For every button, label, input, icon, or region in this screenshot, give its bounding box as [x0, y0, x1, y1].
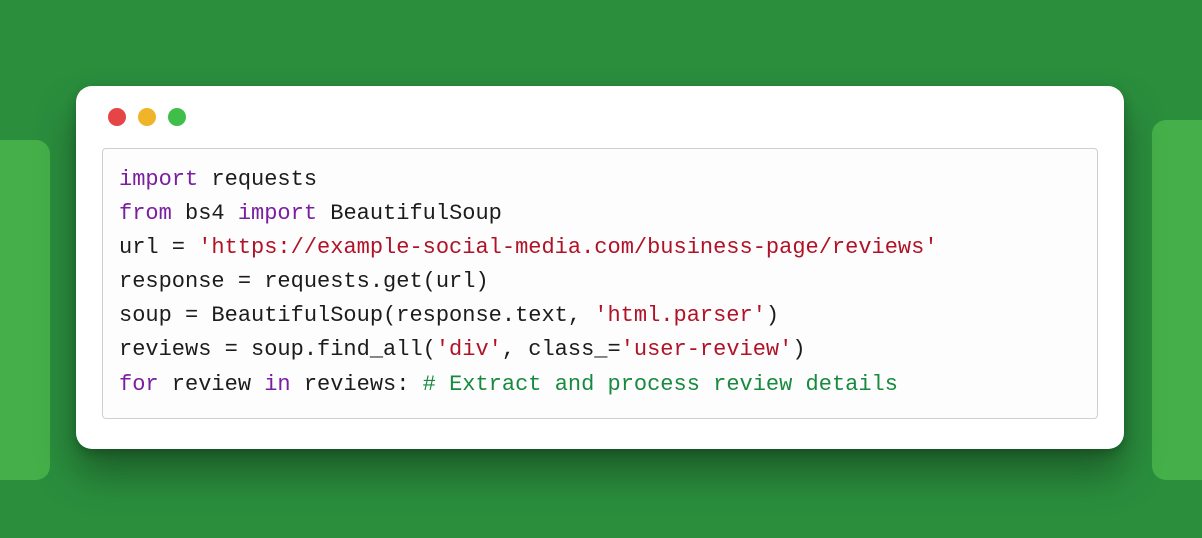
code-token-def: review — [159, 372, 265, 397]
minimize-icon[interactable] — [138, 108, 156, 126]
code-token-def: url = — [119, 235, 198, 260]
code-token-def: requests — [198, 167, 317, 192]
code-token-def: bs4 — [172, 201, 238, 226]
code-token-kw: import — [238, 201, 317, 226]
code-line: response = requests.get(url) — [119, 265, 1081, 299]
code-line: reviews = soup.find_all('div', class_='u… — [119, 333, 1081, 367]
code-token-kw: in — [264, 372, 290, 397]
code-line: url = 'https://example-social-media.com/… — [119, 231, 1081, 265]
code-token-str: 'user-review' — [621, 337, 793, 362]
maximize-icon[interactable] — [168, 108, 186, 126]
code-line: import requests — [119, 163, 1081, 197]
code-token-def: ) — [792, 337, 805, 362]
code-token-kw: for — [119, 372, 159, 397]
code-line: from bs4 import BeautifulSoup — [119, 197, 1081, 231]
code-token-def: response = requests.get(url) — [119, 269, 489, 294]
code-token-str: 'https://example-social-media.com/busine… — [198, 235, 937, 260]
background-shape-right — [1152, 120, 1202, 480]
code-token-kw: from — [119, 201, 172, 226]
code-token-def: ) — [766, 303, 779, 328]
code-token-def: , class_= — [502, 337, 621, 362]
code-token-def: BeautifulSoup — [317, 201, 502, 226]
code-token-str: 'div' — [436, 337, 502, 362]
code-line: for review in reviews: # Extract and pro… — [119, 368, 1081, 402]
code-token-kw: import — [119, 167, 198, 192]
code-line: soup = BeautifulSoup(response.text, 'htm… — [119, 299, 1081, 333]
code-token-cmt: # Extract and process review details — [423, 372, 898, 397]
close-icon[interactable] — [108, 108, 126, 126]
code-token-str: 'html.parser' — [594, 303, 766, 328]
code-token-def: reviews = soup.find_all( — [119, 337, 436, 362]
background-shape-left — [0, 140, 50, 480]
code-token-def: reviews: — [291, 372, 423, 397]
code-token-def: soup = BeautifulSoup(response.text, — [119, 303, 594, 328]
code-window: import requestsfrom bs4 import Beautiful… — [76, 86, 1124, 449]
code-block: import requestsfrom bs4 import Beautiful… — [102, 148, 1098, 419]
window-traffic-lights — [108, 108, 1098, 126]
